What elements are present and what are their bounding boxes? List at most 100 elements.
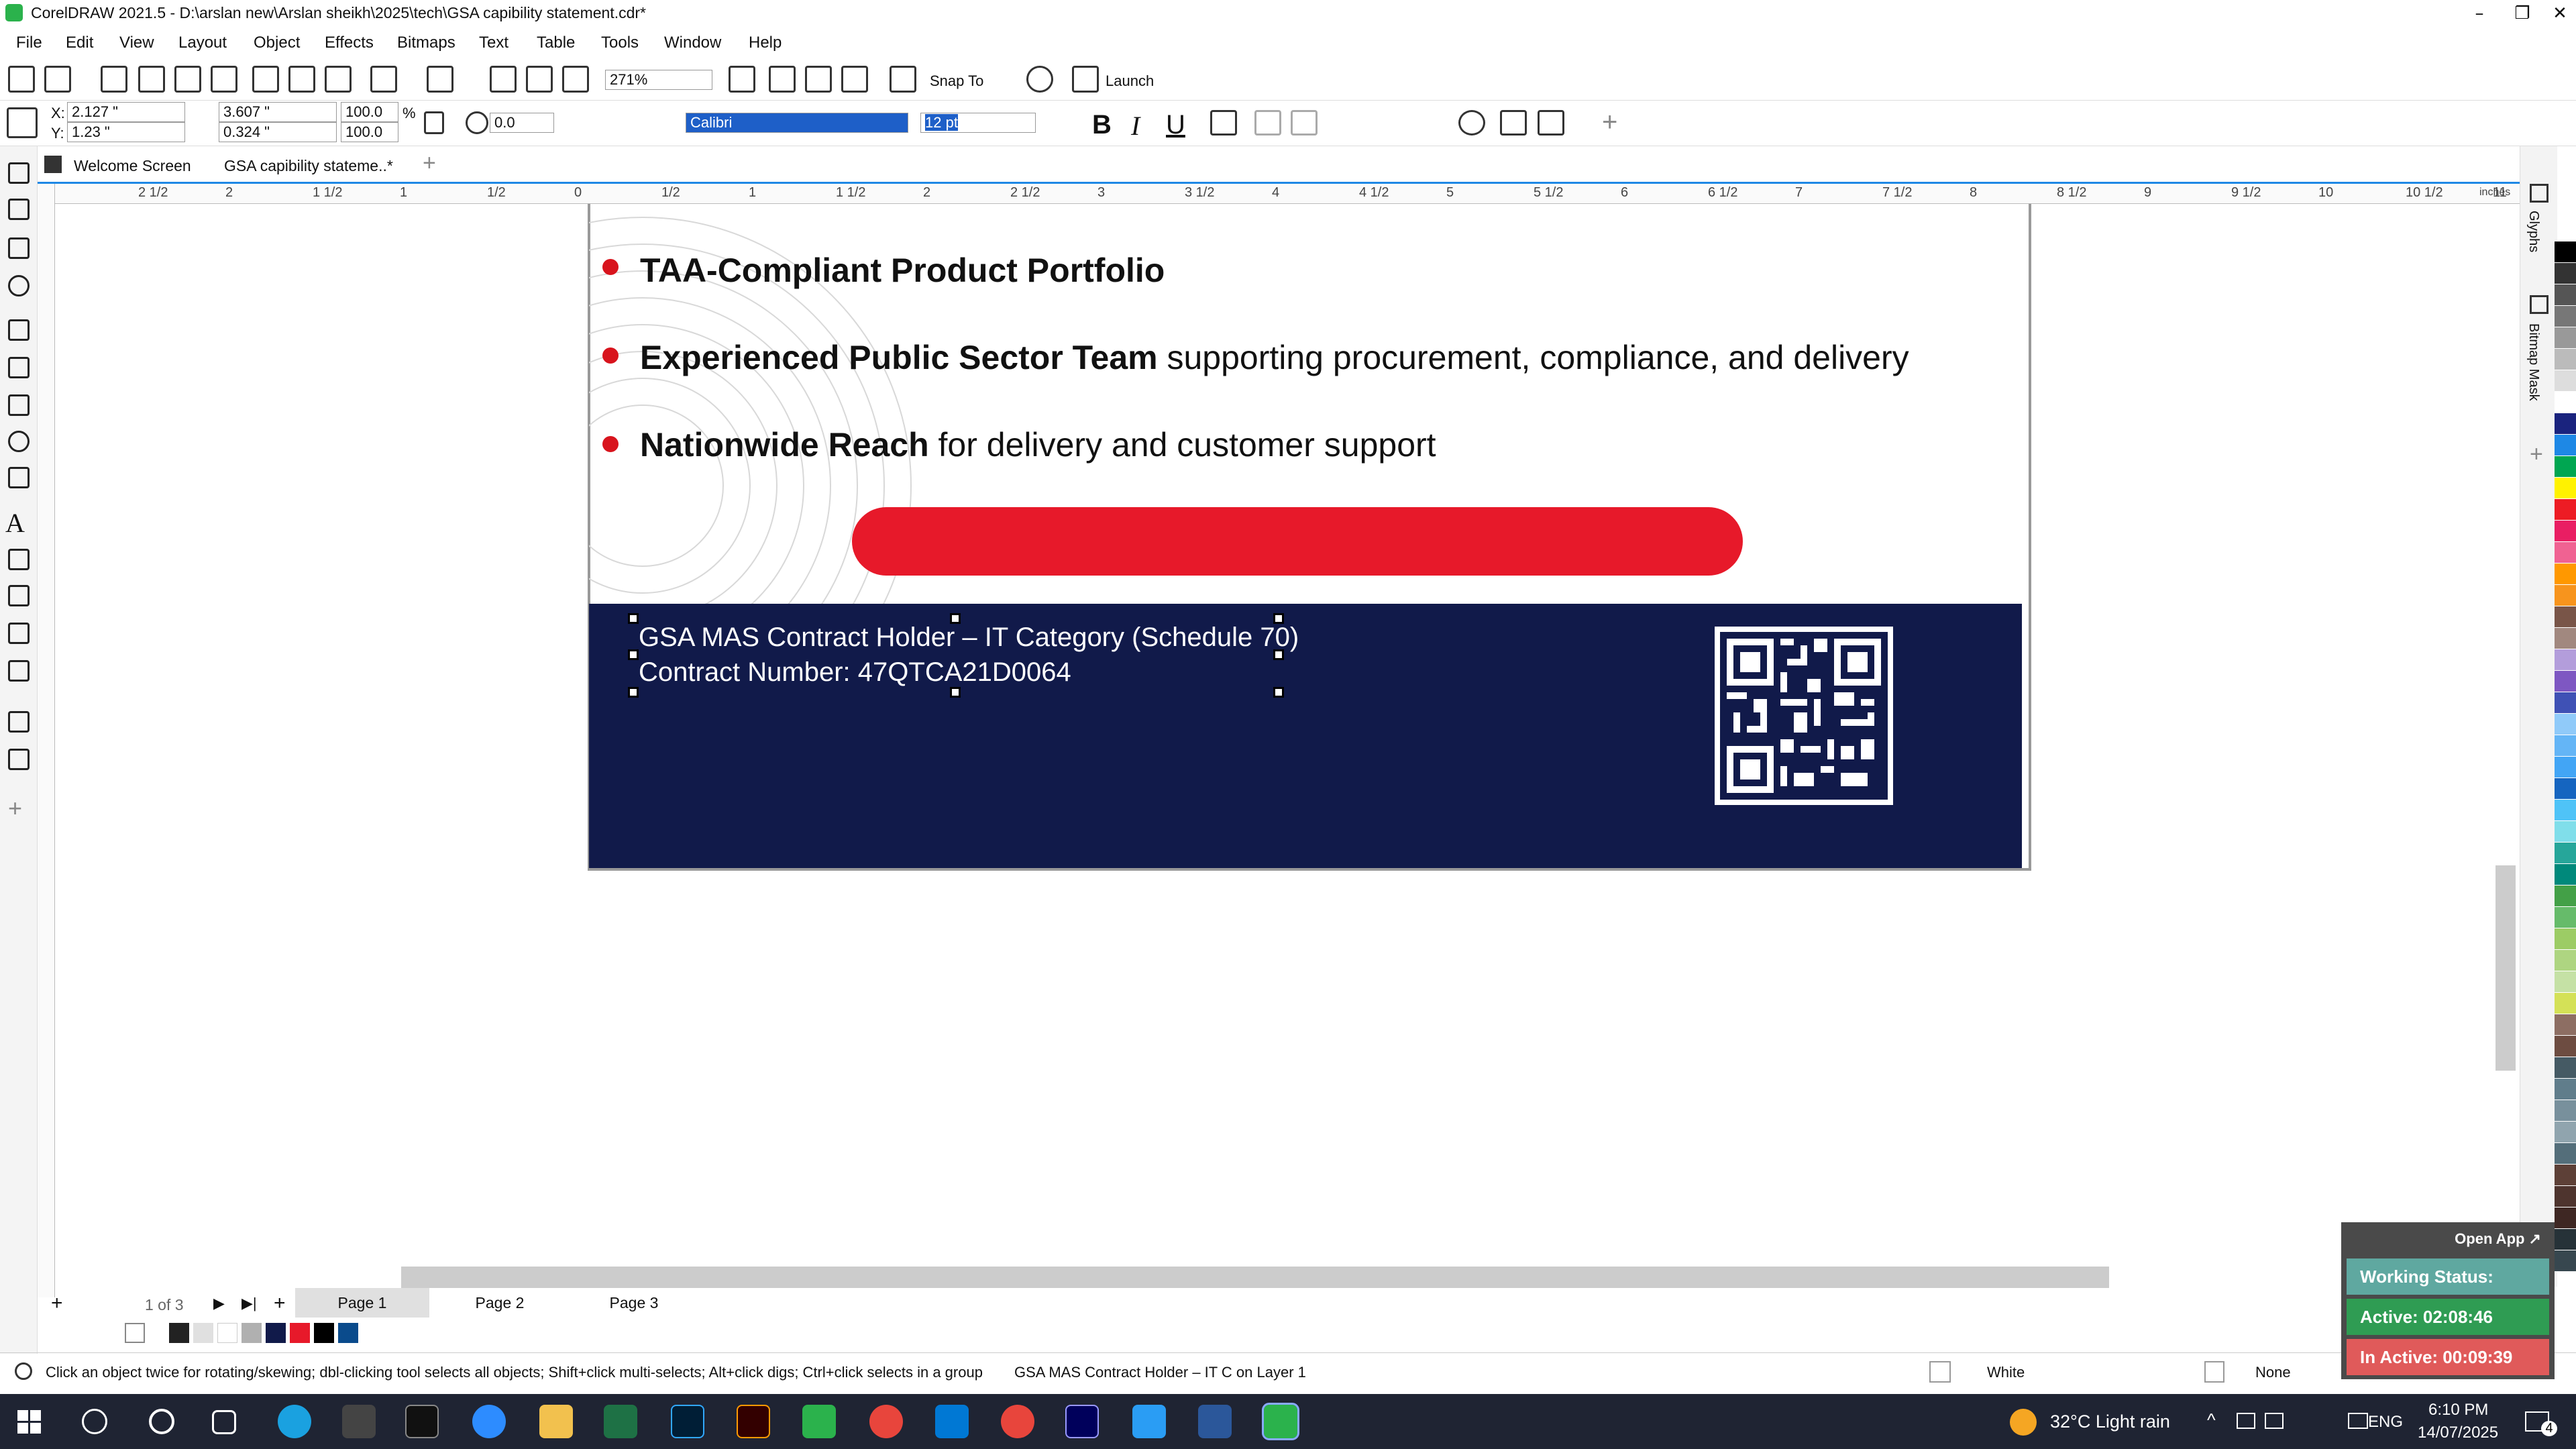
launch-icon[interactable]: [1072, 66, 1099, 93]
palette-swatch[interactable]: [2555, 456, 2576, 478]
bullet-item[interactable]: TAA-Compliant Product Portfolio: [640, 251, 1165, 290]
rectangle-tool-icon[interactable]: [8, 394, 30, 416]
palette-swatch[interactable]: [2555, 885, 2576, 907]
opentype-icon[interactable]: [1458, 110, 1485, 136]
tab-welcome-screen[interactable]: Welcome Screen: [74, 157, 191, 175]
vscode-icon[interactable]: [935, 1405, 969, 1438]
illustrator-icon[interactable]: [737, 1405, 770, 1438]
close-icon[interactable]: ✕: [2540, 0, 2576, 27]
selection-handle[interactable]: [950, 687, 961, 698]
restore-icon[interactable]: ❐: [2502, 0, 2542, 27]
volume-icon[interactable]: [2348, 1413, 2368, 1429]
palette-swatch[interactable]: [2555, 263, 2576, 284]
home-icon[interactable]: [44, 156, 62, 173]
glyphs-tab[interactable]: Glyphs: [2526, 211, 2541, 252]
palette-swatch[interactable]: [2555, 1143, 2576, 1165]
save-icon[interactable]: [101, 66, 127, 93]
palette-swatch[interactable]: [2555, 778, 2576, 800]
underline-icon[interactable]: U: [1166, 110, 1185, 140]
palette-swatch[interactable]: [2555, 370, 2576, 392]
open-app-link[interactable]: Open App ↗: [2455, 1230, 2541, 1248]
copy-icon[interactable]: [288, 66, 315, 93]
pick-tool-icon[interactable]: [8, 162, 30, 184]
palette-swatch[interactable]: [2555, 993, 2576, 1014]
menu-tools[interactable]: Tools: [601, 34, 639, 52]
palette-swatch[interactable]: [2555, 735, 2576, 757]
font-size-list[interactable]: 12 pt: [920, 113, 1036, 133]
color-swatch[interactable]: [169, 1323, 189, 1343]
palette-swatch[interactable]: [2555, 1208, 2576, 1229]
color-swatch[interactable]: [266, 1323, 286, 1343]
last-page-icon[interactable]: ▶|: [241, 1295, 257, 1312]
selection-handle[interactable]: [1273, 649, 1284, 660]
lock-ratio-icon[interactable]: [424, 111, 444, 134]
palette-swatch[interactable]: [2555, 928, 2576, 950]
add-docker-icon[interactable]: +: [2530, 441, 2543, 468]
weather-icon[interactable]: [2010, 1409, 2037, 1436]
app-icon[interactable]: [1132, 1405, 1166, 1438]
bullet-item[interactable]: Nationwide Reach for delivery and custom…: [640, 425, 1436, 464]
add-tool-icon[interactable]: +: [8, 794, 30, 822]
selection-handle[interactable]: [1273, 687, 1284, 698]
color-swatch[interactable]: [241, 1323, 262, 1343]
clock-date[interactable]: 14/07/2025: [2418, 1424, 2498, 1442]
vertical-scrollbar[interactable]: [2496, 865, 2516, 1071]
minimize-icon[interactable]: –: [2459, 0, 2500, 27]
import-icon[interactable]: [490, 66, 517, 93]
glyphs-icon[interactable]: [2530, 184, 2548, 203]
palette-swatch[interactable]: [2555, 714, 2576, 735]
selection-handle[interactable]: [628, 649, 639, 660]
palette-swatch[interactable]: [2555, 542, 2576, 564]
palette-swatch[interactable]: [2555, 692, 2576, 714]
cloud-sync-icon[interactable]: [174, 66, 201, 93]
full-screen-preview-icon[interactable]: [729, 66, 755, 93]
drop-shadow-icon[interactable]: [8, 623, 30, 644]
menu-layout[interactable]: Layout: [178, 34, 227, 52]
language-indicator[interactable]: ENG: [2368, 1413, 2403, 1432]
search-icon[interactable]: [82, 1409, 107, 1434]
launch-dropdown[interactable]: Launch: [1106, 72, 1154, 90]
height-field[interactable]: 0.324 ": [219, 122, 337, 142]
color-eyedropper-icon[interactable]: [8, 711, 30, 733]
qr-code[interactable]: [1715, 627, 1893, 805]
cortana-icon[interactable]: [149, 1409, 174, 1434]
show-rulers-icon[interactable]: [769, 66, 796, 93]
tray-app-icon[interactable]: [2237, 1413, 2255, 1429]
zoom-level-field[interactable]: 271%: [605, 70, 712, 90]
palette-swatch[interactable]: [2555, 1186, 2576, 1208]
show-grid-icon[interactable]: [805, 66, 832, 93]
color-swatch[interactable]: [290, 1323, 310, 1343]
page-tab-1[interactable]: Page 1: [295, 1288, 429, 1318]
coreldraw-taskbar-icon[interactable]: [802, 1405, 836, 1438]
cut-icon[interactable]: [252, 66, 279, 93]
new-tab-icon[interactable]: +: [423, 150, 436, 176]
redo-icon[interactable]: [427, 66, 453, 93]
freehand-tool-icon[interactable]: [8, 319, 30, 341]
snap-to-dropdown[interactable]: Snap To: [930, 72, 983, 90]
menu-bitmaps[interactable]: Bitmaps: [397, 34, 455, 52]
menu-effects[interactable]: Effects: [325, 34, 374, 52]
palette-swatch[interactable]: [2555, 284, 2576, 306]
contract-holder-text[interactable]: GSA MAS Contract Holder – IT Category (S…: [639, 623, 1299, 653]
palette-swatch[interactable]: [2555, 499, 2576, 521]
object-origin-icon[interactable]: [7, 107, 38, 138]
palette-swatch[interactable]: [2555, 1014, 2576, 1036]
zoom-icon[interactable]: [472, 1405, 506, 1438]
palette-swatch[interactable]: [2555, 435, 2576, 456]
rotate-icon[interactable]: [466, 111, 488, 134]
scale-height-field[interactable]: 100.0: [341, 122, 398, 142]
tray-chevron-icon[interactable]: ^: [2207, 1410, 2216, 1431]
palette-swatch[interactable]: [2555, 585, 2576, 606]
palette-swatch[interactable]: [2555, 671, 2576, 692]
next-page-icon[interactable]: ▶: [213, 1295, 225, 1312]
menu-table[interactable]: Table: [537, 34, 575, 52]
color-swatch[interactable]: [217, 1323, 237, 1343]
scale-width-field[interactable]: 100.0: [341, 102, 398, 122]
palette-swatch[interactable]: [2555, 349, 2576, 370]
menu-file[interactable]: File: [16, 34, 42, 52]
palette-swatch[interactable]: [2555, 1100, 2576, 1122]
menu-window[interactable]: Window: [664, 34, 721, 52]
tab-gsa-capability-statement[interactable]: GSA capibility stateme..*: [219, 157, 398, 175]
text-tool-icon[interactable]: A: [5, 507, 27, 538]
print-icon[interactable]: [211, 66, 237, 93]
